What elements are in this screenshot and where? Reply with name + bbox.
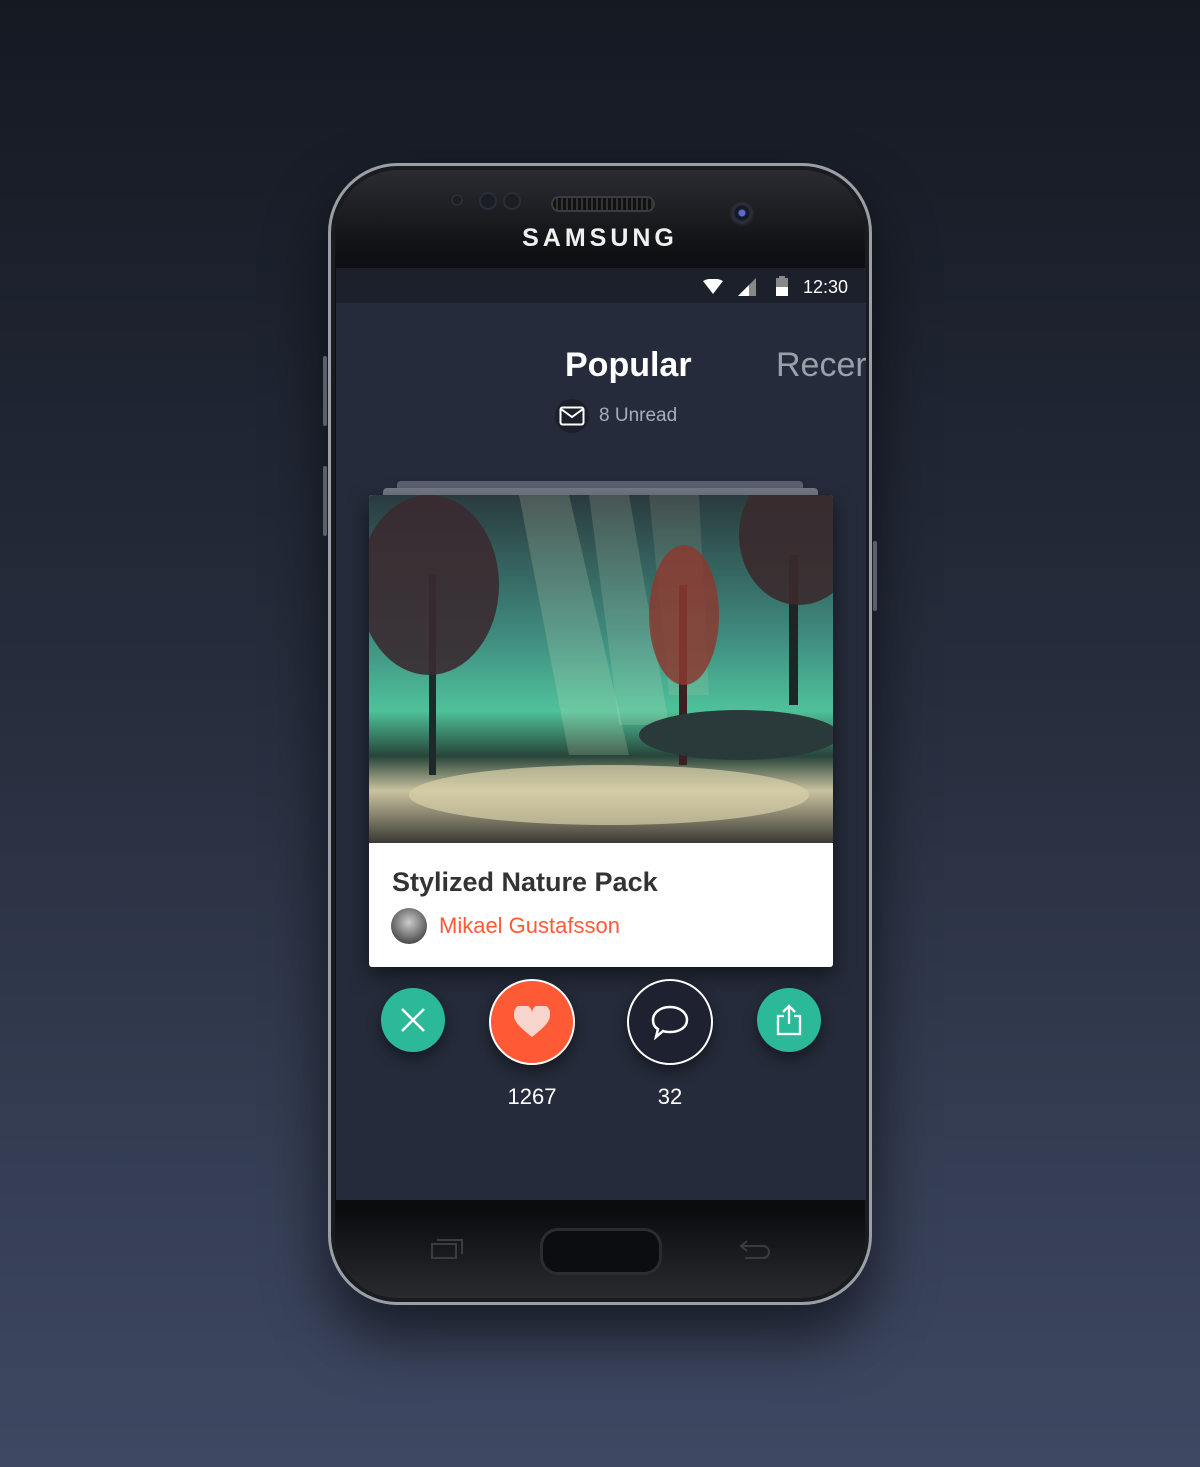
author-name[interactable]: Mikael Gustafsson (439, 913, 620, 939)
like-count: 1267 (507, 1084, 557, 1109)
share-icon (776, 1004, 802, 1036)
close-icon (401, 1008, 425, 1032)
battery-icon (776, 276, 788, 296)
mail-icon (555, 399, 589, 433)
comment-icon (651, 1005, 689, 1040)
brand-logo: SAMSUNG (522, 224, 678, 252)
screen: 12:30 Popular Recer 8 Unread Stylized Na… (336, 268, 866, 1200)
status-time: 12:30 (802, 277, 848, 297)
card-image (369, 495, 833, 843)
tab-recent[interactable]: Recer (776, 346, 866, 385)
recent-apps-icon[interactable] (431, 1239, 463, 1259)
content-card[interactable]: Stylized Nature Pack Mikael Gustafsson (369, 495, 833, 967)
signal-icon (738, 278, 756, 296)
back-icon[interactable] (739, 1239, 771, 1259)
comment-button[interactable] (627, 979, 713, 1065)
volume-button (323, 356, 327, 426)
unread-indicator[interactable]: 8 Unread (555, 399, 677, 433)
tab-popular[interactable]: Popular (565, 346, 692, 385)
like-button[interactable] (489, 979, 575, 1065)
share-button[interactable] (757, 988, 821, 1052)
phone-frame: SAMSUNG 12:30 Popular Recer 8 Unread Sty… (323, 163, 877, 1305)
status-bar: 12:30 (336, 268, 866, 303)
avatar (391, 908, 427, 944)
speaker (551, 196, 655, 212)
unread-count: 8 Unread (599, 405, 678, 426)
sensor (479, 192, 497, 210)
volume-button (323, 466, 327, 536)
card-author[interactable]: Mikael Gustafsson (391, 908, 620, 944)
sensor (503, 192, 521, 210)
card-title: Stylized Nature Pack (392, 867, 658, 897)
front-camera (729, 200, 755, 226)
wifi-icon (703, 279, 723, 294)
dismiss-button[interactable] (381, 988, 445, 1052)
power-button (873, 541, 877, 611)
heart-icon (514, 1006, 550, 1037)
sensor (451, 194, 463, 206)
comment-count: 32 (657, 1084, 683, 1109)
home-button[interactable] (540, 1228, 662, 1275)
